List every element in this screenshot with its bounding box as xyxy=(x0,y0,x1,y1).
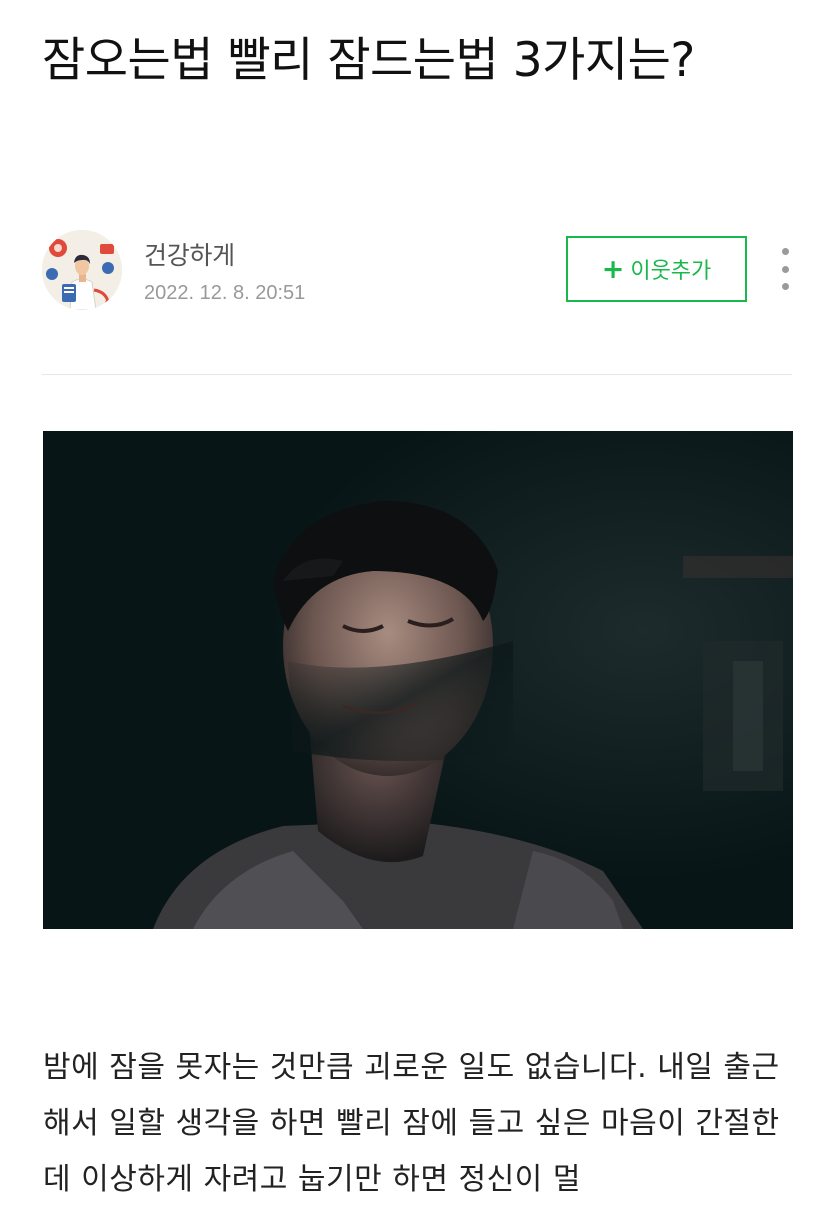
ellipsis-dot xyxy=(781,265,789,273)
post-body-text: 밤에 잠을 못자는 것만큼 괴로운 일도 없습니다. 내일 출근해서 일할 생각… xyxy=(43,1050,780,1197)
add-neighbor-label: 이웃추가 xyxy=(630,259,712,284)
ellipsis-dot xyxy=(781,283,789,290)
sleeping-woman-photo xyxy=(43,431,793,929)
post-date: 2022. 12. 8. 20:51 xyxy=(144,282,306,304)
add-neighbor-button[interactable]: + 이웃추가 xyxy=(566,236,747,302)
vertical-ellipsis-icon[interactable] xyxy=(778,248,792,290)
header-divider xyxy=(42,374,792,375)
post-photo[interactable] xyxy=(43,431,793,929)
author-avatar[interactable] xyxy=(42,230,122,310)
ellipsis-dot xyxy=(781,248,789,255)
author-row: 건강하게 2022. 12. 8. 20:51 + 이웃추가 xyxy=(42,230,802,312)
post-title: 잠오는법 빨리 잠드는법 3가지는? xyxy=(42,33,695,88)
doctor-illustration-avatar-icon xyxy=(42,230,122,310)
author-name[interactable]: 건강하게 xyxy=(144,236,235,272)
plus-icon: + xyxy=(601,253,625,285)
